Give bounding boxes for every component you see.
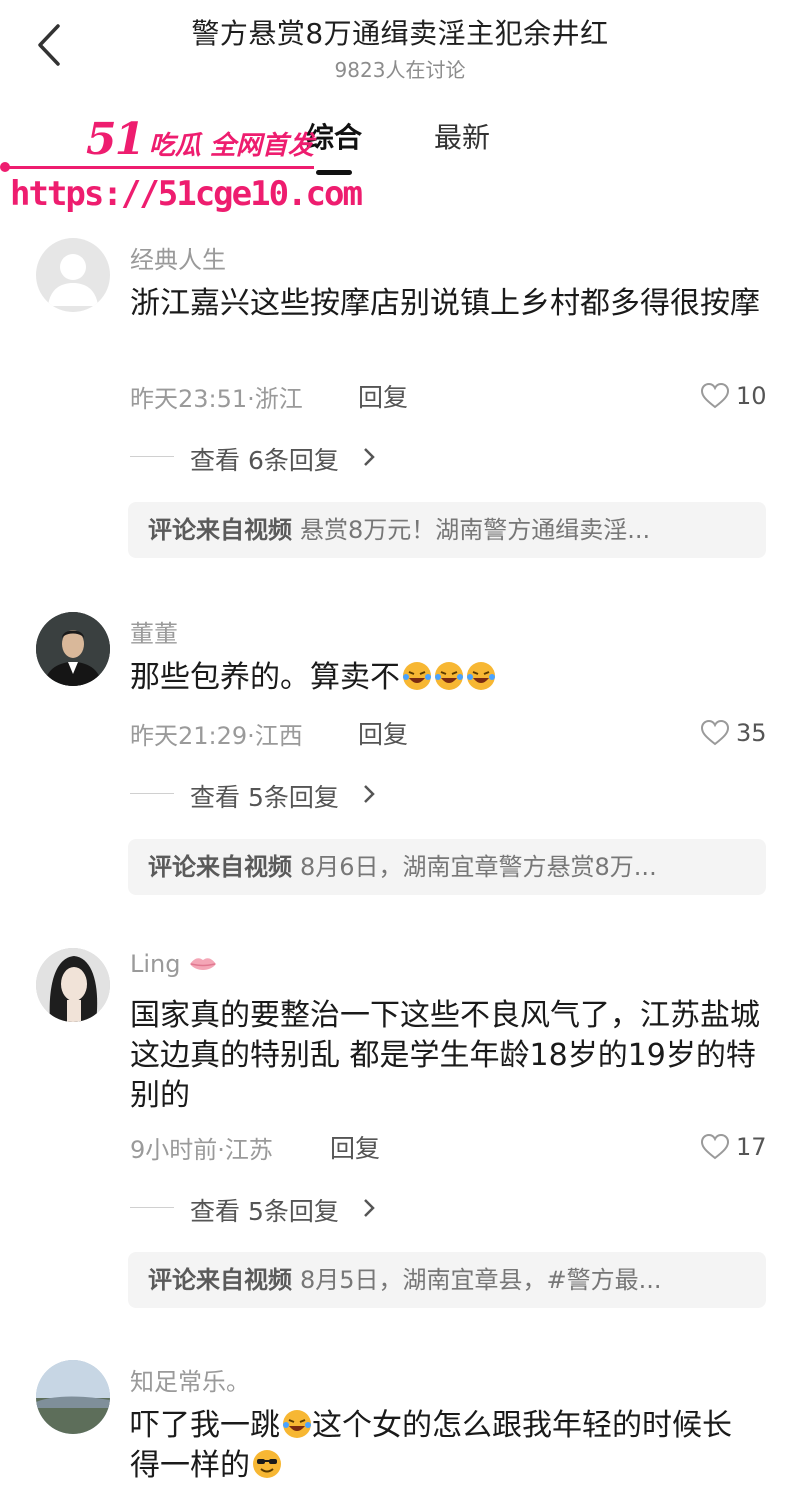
- user-photo-icon: [36, 948, 110, 1022]
- laughing-crying-emoji: [435, 662, 463, 690]
- heart-icon[interactable]: [700, 1132, 730, 1162]
- view-replies-label: 查看 5条回复: [190, 1197, 339, 1226]
- sunglasses-emoji: [253, 1450, 281, 1478]
- comment-text-content: 那些包养的。算卖不: [130, 660, 400, 695]
- comment-item: 知足常乐。 吓了我一跳 这个女的怎么跟我年轻的时候长得一样的: [0, 1358, 800, 1483]
- video-source-card[interactable]: 评论来自视频 悬赏8万元！湖南警方通缉卖淫...: [128, 502, 766, 558]
- view-replies-button[interactable]: 查看 6条回复: [130, 441, 390, 475]
- default-user-icon: [48, 254, 98, 306]
- username[interactable]: 经典人生: [130, 240, 226, 275]
- username-text: Ling: [130, 950, 181, 978]
- page-title: 警方悬赏8万通缉卖淫主犯余井红: [191, 17, 609, 50]
- source-label: 评论来自视频: [148, 516, 292, 544]
- user-photo-icon: [36, 1360, 110, 1434]
- comment-text: 吓了我一跳 这个女的怎么跟我年轻的时候长得一样的: [130, 1406, 750, 1486]
- laughing-crying-emoji: [283, 1410, 311, 1438]
- chevron-right-icon: [364, 785, 375, 803]
- source-text: 悬赏8万元！湖南警方通缉卖淫...: [300, 516, 651, 544]
- comment-text-part: 吓了我一跳: [130, 1408, 280, 1443]
- comment-meta: 9小时前·江苏: [130, 1136, 273, 1164]
- reply-button[interactable]: 回复: [358, 715, 408, 751]
- source-text: 8月6日，湖南宜章警方悬赏8万...: [300, 853, 657, 881]
- chevron-right-icon: [364, 448, 375, 466]
- laughing-crying-emoji: [467, 662, 495, 690]
- discussion-count: 9823人在讨论: [334, 58, 466, 82]
- user-photo-icon: [36, 612, 110, 686]
- laughing-crying-emoji: [403, 662, 431, 690]
- reply-button[interactable]: 回复: [330, 1129, 380, 1165]
- comment-meta: 昨天21:29·江西: [130, 722, 303, 750]
- like-count: 10: [736, 382, 767, 410]
- heart-icon[interactable]: [700, 381, 730, 411]
- watermark-line: [4, 166, 314, 169]
- username[interactable]: 知足常乐。: [130, 1362, 250, 1397]
- like-count: 17: [736, 1133, 767, 1161]
- source-text: 8月5日，湖南宜章县，#警方最...: [300, 1266, 662, 1294]
- avatar[interactable]: [36, 612, 110, 686]
- watermark: 51 吃瓜 全网首发 https://51cge10.com: [0, 112, 363, 222]
- comment-text: 浙江嘉兴这些按摩店别说镇上乡村都多得很按摩: [130, 286, 760, 321]
- divider: [130, 1207, 174, 1208]
- view-replies-button[interactable]: 查看 5条回复: [130, 1192, 390, 1226]
- reply-button[interactable]: 回复: [358, 378, 408, 414]
- source-label: 评论来自视频: [148, 1266, 292, 1294]
- comment-item: 董董 那些包养的。算卖不 昨天21:29·江西 回复 35 查看 5条回复 评论…: [0, 610, 800, 900]
- comment-item: Ling 国家真的要整治一下这些不良风气了，江苏盐城这边真的特别乱 都是学生年龄…: [0, 946, 800, 1316]
- like-count: 35: [736, 719, 767, 747]
- video-source-card[interactable]: 评论来自视频 8月5日，湖南宜章县，#警方最...: [128, 1252, 766, 1308]
- comment-text: 国家真的要整治一下这些不良风气了，江苏盐城这边真的特别乱 都是学生年龄18岁的1…: [130, 998, 760, 1113]
- view-replies-label: 查看 6条回复: [190, 446, 339, 475]
- watermark-brand: 51 吃瓜 全网首发: [86, 114, 314, 165]
- watermark-number: 51: [86, 114, 145, 165]
- lips-icon: [190, 958, 217, 970]
- watermark-url: https://51cge10.com: [10, 174, 363, 214]
- video-source-card[interactable]: 评论来自视频 8月6日，湖南宜章警方悬赏8万...: [128, 839, 766, 895]
- comment-item: 经典人生 浙江嘉兴这些按摩店别说镇上乡村都多得很按摩 昨天23:51·浙江 回复…: [0, 236, 800, 566]
- tab-latest[interactable]: 最新: [434, 116, 490, 156]
- avatar[interactable]: [36, 238, 110, 312]
- view-replies-label: 查看 5条回复: [190, 783, 339, 812]
- username[interactable]: Ling: [130, 950, 218, 978]
- avatar[interactable]: [36, 1360, 110, 1434]
- comment-text: 那些包养的。算卖不: [130, 658, 770, 698]
- watermark-text: 吃瓜 全网首发: [148, 131, 314, 161]
- username[interactable]: 董董: [130, 614, 178, 649]
- comment-meta: 昨天23:51·浙江: [130, 385, 303, 413]
- heart-icon[interactable]: [700, 718, 730, 748]
- divider: [130, 456, 174, 457]
- view-replies-button[interactable]: 查看 5条回复: [130, 778, 390, 812]
- chevron-right-icon: [364, 1199, 375, 1217]
- divider: [130, 793, 174, 794]
- avatar[interactable]: [36, 948, 110, 1022]
- source-label: 评论来自视频: [148, 853, 292, 881]
